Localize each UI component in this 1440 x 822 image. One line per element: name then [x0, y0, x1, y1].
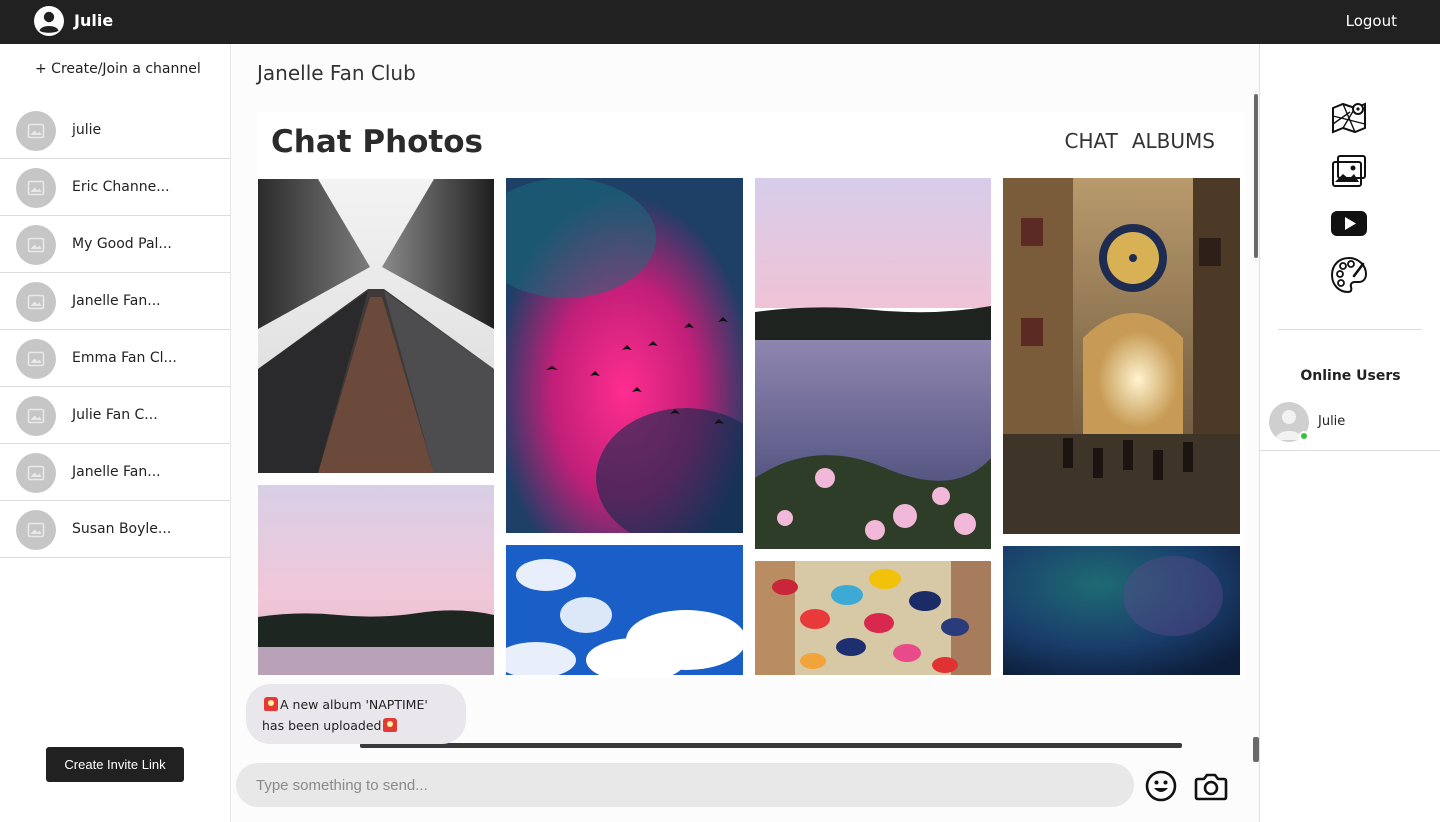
image-placeholder-icon	[16, 111, 56, 151]
channel-item[interactable]: Susan Boyle...	[0, 501, 230, 558]
online-users-title: Online Users	[1300, 368, 1401, 384]
channel-item[interactable]: Janelle Fan...	[0, 273, 230, 330]
channel-name: Janelle Fan...	[72, 464, 161, 480]
current-user-name: Julie	[74, 11, 114, 30]
channel-name: My Good Pal...	[72, 236, 172, 252]
create-invite-link-button[interactable]: Create Invite Link	[46, 747, 184, 782]
gallery-horizontal-scrollbar[interactable]	[360, 743, 1182, 748]
map-icon[interactable]	[1330, 98, 1368, 136]
tab-albums[interactable]: ALBUMS	[1132, 129, 1215, 153]
channel-name: julie	[72, 122, 102, 138]
notice-line-1: A new album 'NAPTIME'	[280, 697, 428, 712]
channel-name: Susan Boyle...	[72, 521, 172, 537]
photo-gallery: Chat Photos CHAT ALBUMS	[257, 112, 1245, 748]
image-placeholder-icon	[16, 225, 56, 265]
camera-icon[interactable]	[1194, 770, 1228, 802]
image-placeholder-icon	[16, 282, 56, 322]
blue-sky-clouds-photo[interactable]	[506, 545, 743, 675]
album-upload-notice: A new album 'NAPTIME' has been uploaded	[246, 684, 466, 744]
channel-title: Janelle Fan Club	[257, 61, 416, 85]
chat-main: Janelle Fan Club Chat Photos CHAT ALBUMS	[231, 44, 1259, 822]
gallery-tabs: CHAT ALBUMS	[1065, 129, 1216, 153]
channel-item[interactable]: Eric Channe...	[0, 159, 230, 216]
tab-chat[interactable]: CHAT	[1065, 129, 1118, 153]
right-panel-divider	[1278, 329, 1422, 330]
chat-vertical-scrollbar[interactable]	[1254, 94, 1258, 258]
create-join-channel-button[interactable]: + Create/Join a channel	[35, 61, 201, 77]
channel-name: Julie Fan C...	[72, 407, 158, 423]
smiley-icon[interactable]	[1145, 770, 1177, 802]
pink-sky-treeline-photo[interactable]	[258, 485, 494, 675]
logout-button[interactable]: Logout	[1346, 12, 1397, 30]
siren-icon	[383, 718, 398, 732]
channel-name: Janelle Fan...	[72, 293, 161, 309]
siren-icon	[264, 697, 278, 711]
message-input[interactable]	[236, 763, 1134, 807]
channel-item[interactable]: Julie Fan C...	[0, 387, 230, 444]
channel-item[interactable]: Emma Fan Cl...	[0, 330, 230, 387]
notice-line-2: has been uploaded	[262, 718, 382, 733]
online-user-item[interactable]: Julie	[1260, 396, 1440, 451]
image-placeholder-icon	[16, 453, 56, 493]
channel-name: Eric Channe...	[72, 179, 170, 195]
youtube-play-icon[interactable]	[1330, 204, 1368, 242]
image-placeholder-icon	[16, 168, 56, 208]
dark-teal-abstract-photo[interactable]	[1003, 546, 1240, 675]
right-panel: Online Users Julie	[1259, 44, 1440, 822]
photos-heading: Chat Photos	[271, 124, 484, 160]
channel-item[interactable]: Janelle Fan...	[0, 444, 230, 501]
skyscrapers-fog-photo[interactable]	[258, 179, 494, 473]
channel-sidebar: + Create/Join a channel julie Eric Chann…	[0, 44, 231, 822]
channel-item[interactable]: My Good Pal...	[0, 216, 230, 273]
clock-tower-street-photo[interactable]	[1003, 178, 1240, 534]
image-placeholder-icon	[16, 510, 56, 550]
palette-icon[interactable]	[1330, 256, 1368, 294]
channel-name: Emma Fan Cl...	[72, 350, 177, 366]
photo-album-icon[interactable]	[1330, 152, 1368, 190]
umbrellas-street-photo[interactable]	[755, 561, 991, 675]
channel-list: julie Eric Channe... My Good Pal... Jane…	[0, 102, 230, 558]
channel-item[interactable]: julie	[0, 102, 230, 159]
online-status-dot	[1299, 431, 1309, 441]
lake-sunset-flowers-photo[interactable]	[755, 178, 991, 549]
online-user-name: Julie	[1318, 414, 1346, 429]
user-circle-icon[interactable]	[34, 6, 64, 36]
image-placeholder-icon	[16, 396, 56, 436]
image-placeholder-icon	[16, 339, 56, 379]
pink-cloud-birds-photo[interactable]	[506, 178, 743, 533]
top-bar: Julie Logout	[0, 0, 1440, 44]
